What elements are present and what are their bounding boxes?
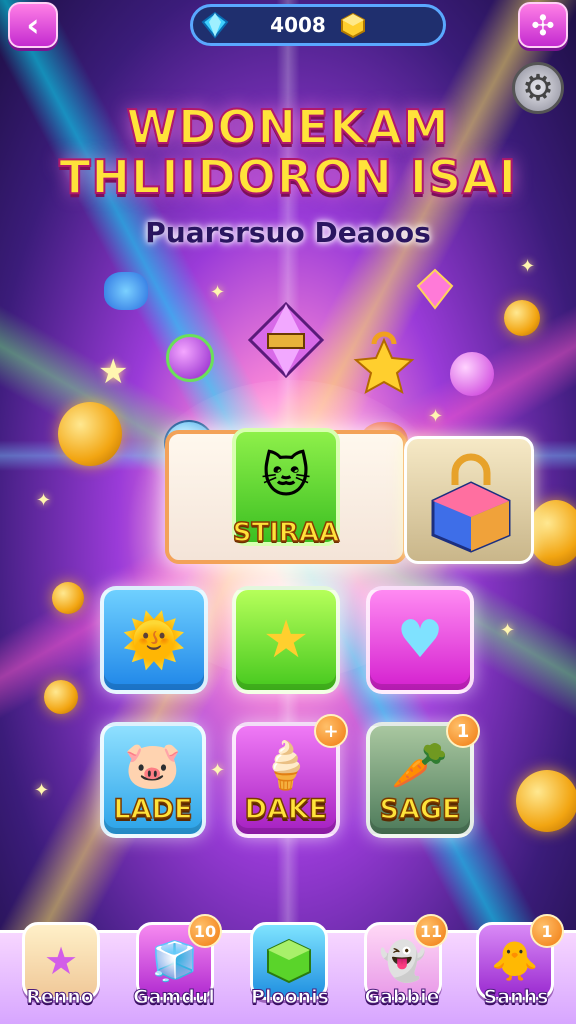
sage-label: SAGE [379,793,461,826]
padlock-cube-icon [431,453,511,553]
sage-badge: 1 [446,714,480,748]
purple-diamond-icon [247,301,325,379]
sparkle-icon: ✦ [210,282,226,303]
sparkle-icon: ✦ [210,760,226,781]
pink-orb-icon [450,352,494,396]
blue-swirl-icon [104,272,148,310]
sparkle-icon: ✦ [34,780,50,801]
chick-icon: 🐥 [491,938,539,983]
nav-gabbie-label: Gabbie [364,986,440,1009]
dake-badge: + [314,714,348,748]
lade-label: LADE [113,793,193,826]
coin-icon [52,582,84,614]
back-arrow-icon: ‹ [26,6,40,44]
green-orb-icon [166,334,214,382]
sun-creature-tile[interactable]: 🌞 [100,586,208,694]
currency-amount: 4008 [270,13,326,37]
nav-gamdul-badge: 10 [188,914,222,948]
box-icon: 🧊 [151,938,199,983]
coin-icon [504,300,540,336]
star-lock-icon [353,331,415,395]
nav-renno-label: Renno [26,986,95,1009]
sparkle-icon: ★ [98,352,129,392]
crystal-icon [416,268,454,310]
nav-gabbie-badge: 11 [414,914,448,948]
star-icon: ★ [43,939,79,983]
puzzle-icon: ✣ [531,8,555,42]
nav-sanhs-label: Sanhs [483,986,549,1009]
ghost-icon: 👻 [379,938,427,983]
locked-card[interactable] [404,436,534,564]
currency-bar: 4008 [190,4,446,46]
dake-label: DAKE [244,793,328,826]
carrot-icon: 🥕 [391,737,449,792]
puzzle-button[interactable]: ✣ [518,2,568,48]
sparkle-icon: ✦ [428,406,444,427]
nav-ploonis-label: Ploonis [251,986,330,1009]
title-line-2: THLIIDORON ISAI [58,149,517,205]
coin-icon [44,680,78,714]
blue-gem-icon [201,11,229,39]
ice-cream-icon: 🍦 [257,737,315,792]
pink-pig-icon: 🐷 [124,737,182,792]
back-button[interactable]: ‹ [8,2,58,48]
sparkle-icon: ✦ [36,490,52,511]
sun-creature-icon: 🌞 [121,610,187,671]
title-line-1: WDONEKAM [126,99,450,155]
gold-cube-icon [340,12,365,38]
subtitle: Puarsrsuo Deaoos [145,216,431,249]
sparkle-icon: ✦ [520,256,536,277]
nav-gamdul-label: Gamdul [133,986,216,1009]
heart-icon: ♥ [396,610,444,670]
green-cube-icon [267,938,311,984]
coin-icon [528,500,576,566]
green-cat-icon: 🐱 [260,448,312,504]
sparkle-icon: ✦ [500,620,516,641]
star-icon: ★ [262,610,310,670]
star-tile[interactable]: ★ [232,586,340,694]
coin-icon [516,770,576,832]
coin-icon [58,402,122,466]
featured-label: STIRAA [232,517,340,549]
nav-sanhs-badge: 1 [530,914,564,948]
heart-tile[interactable]: ♥ [366,586,474,694]
